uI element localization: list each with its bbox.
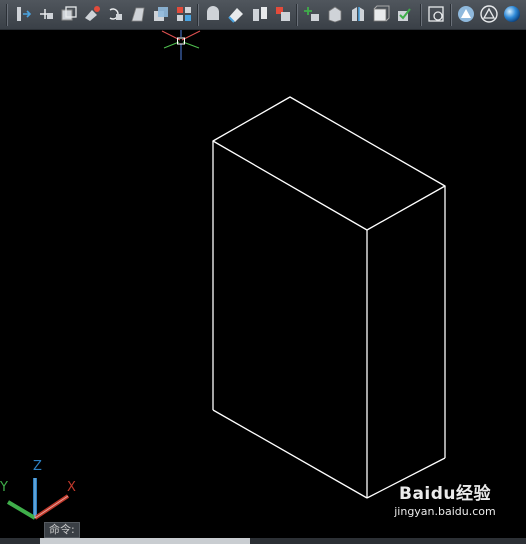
offset-icon [154, 7, 168, 21]
clean-icon [228, 8, 243, 23]
command-line-prompt[interactable]: 命令: [44, 522, 80, 538]
color-face-icon [85, 6, 100, 21]
ucs-icon: Z Y X [0, 459, 76, 520]
copy-icon [61, 6, 77, 21]
status-strip [0, 538, 526, 544]
cad-window: Z Y X 命令: Baidu经验 jingyan.baidu.com [0, 0, 526, 544]
extrude-icon [17, 7, 32, 21]
solid-editing-toolbar [0, 0, 526, 30]
box-top-face [212, 96, 446, 231]
toolbar-separator [6, 4, 8, 26]
taper-icon [131, 7, 145, 22]
box-edge-bottom-left [212, 409, 368, 499]
add-vertex-icon [304, 7, 319, 21]
copy-faces-button[interactable] [59, 4, 79, 24]
extrude-faces-button[interactable] [13, 4, 33, 24]
ucs-y-label: Y [0, 480, 8, 495]
view-button[interactable] [426, 4, 446, 24]
ucs-x-label: X [67, 480, 76, 495]
layout-tab[interactable] [40, 538, 250, 544]
cube-icon [373, 5, 390, 22]
ucs-z-label: Z [33, 459, 42, 474]
taper-faces-button[interactable] [128, 4, 148, 24]
move-faces-button[interactable] [36, 4, 56, 24]
toolbar-separator [420, 4, 422, 26]
color-faces-button[interactable] [82, 4, 102, 24]
drawing-viewport[interactable]: Z Y X [0, 30, 526, 538]
delete-faces-button[interactable] [174, 4, 194, 24]
delete-face-icon [177, 7, 191, 21]
render-sphere-button[interactable] [456, 4, 476, 24]
watermark-url: jingyan.baidu.com [394, 505, 496, 518]
render-blue-sphere-button[interactable] [502, 4, 522, 24]
view-icon [428, 6, 444, 22]
box-wireframe[interactable] [212, 96, 446, 499]
wedge-button[interactable] [348, 4, 368, 24]
watermark-brand: Baidu经验 [398, 484, 492, 504]
baidu-jingyan-watermark: Baidu经验 jingyan.baidu.com [390, 484, 500, 520]
box-icon [328, 6, 342, 23]
rotate-faces-button[interactable] [105, 4, 125, 24]
toolbar-separator [296, 4, 298, 26]
add-vertex-button[interactable] [302, 4, 322, 24]
toolbar-separator [197, 4, 199, 26]
toolbar-separator [450, 4, 452, 26]
wedge-icon [352, 7, 364, 21]
separate-button[interactable] [250, 4, 270, 24]
check-icon [398, 8, 411, 21]
imprint-button[interactable] [203, 4, 223, 24]
imprint-icon [207, 6, 219, 20]
model-space: Z Y X [0, 30, 446, 520]
render-triangle-button[interactable] [479, 4, 499, 24]
clean-button[interactable] [226, 4, 246, 24]
separate-icon [253, 7, 267, 21]
offset-faces-button[interactable] [151, 4, 171, 24]
move-icon [40, 9, 53, 19]
blue-sphere-icon [504, 6, 520, 22]
box-button[interactable] [325, 4, 345, 24]
triangle-render-icon [480, 5, 498, 23]
cube-button[interactable] [371, 4, 391, 24]
shell-button[interactable] [273, 4, 293, 24]
crosshair-cursor [161, 30, 201, 60]
shell-icon [276, 7, 290, 21]
check-button[interactable] [394, 4, 414, 24]
rotate-icon [109, 8, 122, 20]
sphere-render-icon [458, 6, 474, 22]
